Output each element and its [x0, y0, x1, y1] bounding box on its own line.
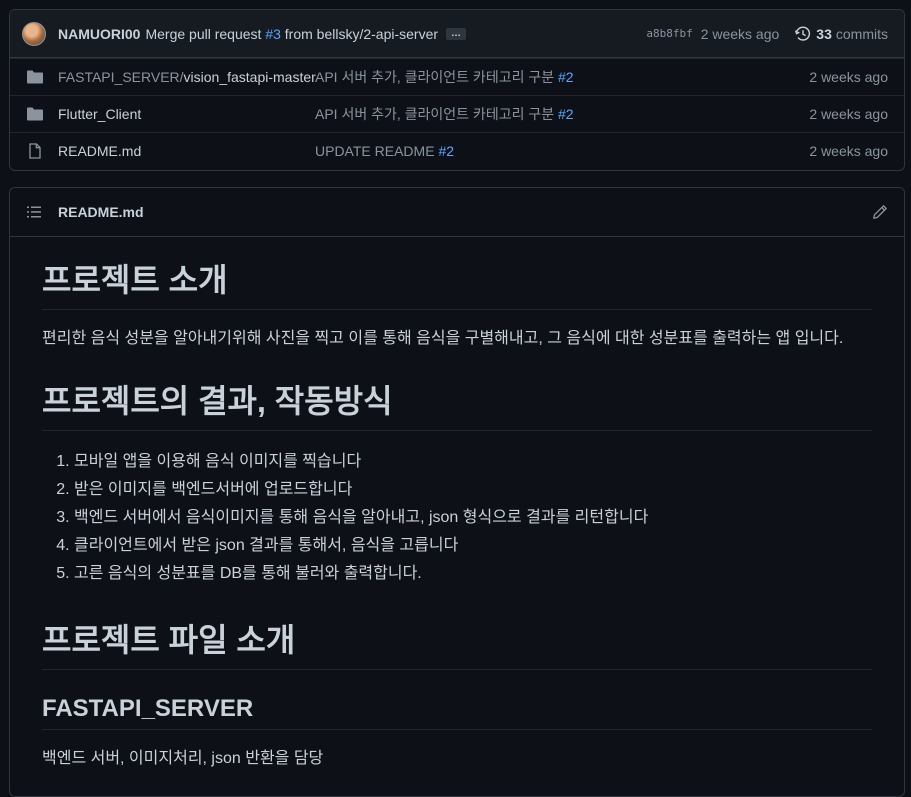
- commit-message[interactable]: Merge pull request #3 from bellsky/2-api…: [145, 26, 438, 42]
- heading-result: 프로젝트의 결과, 작동방식: [42, 376, 872, 431]
- heading-intro: 프로젝트 소개: [42, 255, 872, 310]
- file-commit-message[interactable]: API 서버 추가, 클라이언트 카테고리 구분 #2: [315, 104, 809, 124]
- file-row[interactable]: README.md UPDATE README #2 2 weeks ago: [10, 132, 904, 169]
- readme-filename[interactable]: README.md: [58, 204, 144, 220]
- steps-list: 모바일 앱을 이용해 음식 이미지를 찍습니다 받은 이미지를 백엔드서버에 업…: [42, 448, 872, 588]
- file-commit-message[interactable]: API 서버 추가, 클라이언트 카테고리 구분 #2: [315, 67, 809, 87]
- history-icon: [795, 26, 811, 41]
- readme-header: README.md: [10, 188, 904, 237]
- commit-author[interactable]: NAMUORI00: [58, 26, 140, 42]
- heading-server: FASTAPI_SERVER: [42, 695, 872, 730]
- list-item: 고른 음식의 성분표를 DB를 통해 불러와 출력합니다.: [74, 560, 872, 588]
- commits-link[interactable]: 33 commits: [795, 26, 888, 42]
- paragraph-intro: 편리한 음식 성분을 알아내기위해 사진을 찍고 이를 통해 음식을 구별해내고…: [42, 330, 844, 347]
- file-date: 2 weeks ago: [809, 106, 888, 122]
- latest-commit-bar: NAMUORI00 Merge pull request #3 from bel…: [10, 10, 904, 58]
- list-icon[interactable]: [26, 204, 42, 220]
- heading-files: 프로젝트 파일 소개: [42, 615, 872, 670]
- list-item: 받은 이미지를 백엔드서버에 업로드합니다: [74, 476, 872, 504]
- paragraph-server: 백엔드 서버, 이미지처리, json 반환을 담당: [42, 750, 324, 767]
- file-name[interactable]: FASTAPI_SERVER/vision_fastapi-master: [58, 69, 316, 85]
- file-date: 2 weeks ago: [809, 143, 888, 159]
- file-row[interactable]: FASTAPI_SERVER/vision_fastapi-master API…: [10, 58, 904, 95]
- file-row[interactable]: Flutter_Client API 서버 추가, 클라이언트 카테고리 구분 …: [10, 95, 904, 132]
- list-item: 모바일 앱을 이용해 음식 이미지를 찍습니다: [74, 448, 872, 476]
- expand-commit-button[interactable]: …: [446, 27, 467, 40]
- file-icon: [29, 143, 41, 159]
- folder-icon: [27, 70, 43, 84]
- commit-time: 2 weeks ago: [700, 25, 780, 42]
- file-name[interactable]: README.md: [58, 143, 315, 159]
- folder-icon: [27, 107, 43, 121]
- file-name[interactable]: Flutter_Client: [58, 106, 315, 122]
- commit-label[interactable]: commits: [836, 26, 888, 42]
- readme-panel: README.md 프로젝트 소개 편리한 음식 성분을 알아내기위해 사진을 …: [9, 187, 905, 797]
- avatar[interactable]: [22, 21, 46, 46]
- file-date: 2 weeks ago: [809, 69, 888, 85]
- pr-link[interactable]: #3: [265, 26, 281, 42]
- file-browser: NAMUORI00 Merge pull request #3 from bel…: [9, 9, 905, 171]
- list-item: 백엔드 서버에서 음식이미지를 통해 음식을 알아내고, json 형식으로 결…: [74, 504, 872, 532]
- pencil-icon[interactable]: [872, 204, 888, 220]
- commit-sha[interactable]: a8b8fbf: [646, 27, 692, 40]
- list-item: 클라이언트에서 받은 json 결과를 통해서, 음식을 고릅니다: [74, 532, 872, 560]
- file-commit-message[interactable]: UPDATE README #2: [315, 143, 809, 159]
- commit-count[interactable]: 33: [816, 26, 832, 42]
- readme-content: 프로젝트 소개 편리한 음식 성분을 알아내기위해 사진을 찍고 이를 통해 음…: [10, 255, 904, 772]
